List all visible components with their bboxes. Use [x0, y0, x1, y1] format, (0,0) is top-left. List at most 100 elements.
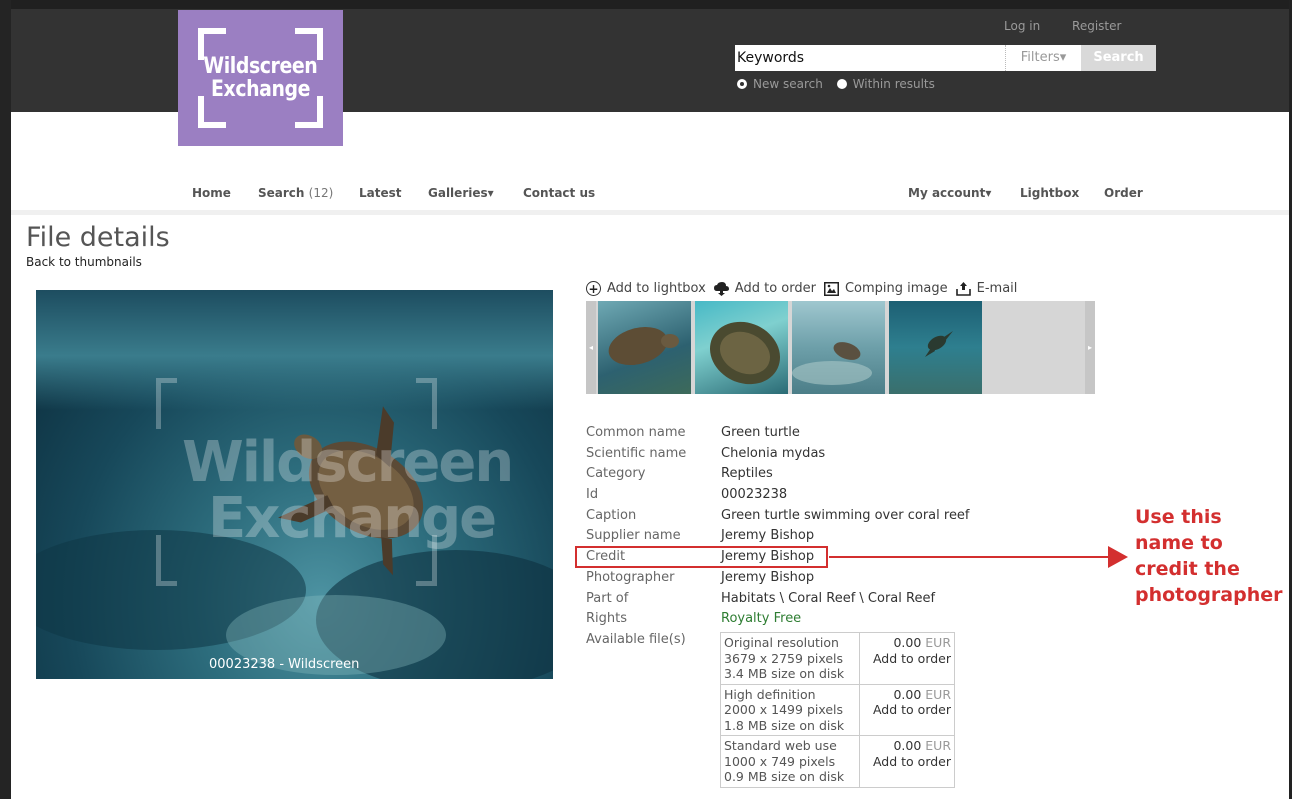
nav-latest[interactable]: Latest [359, 186, 402, 200]
meta-value: Reptiles [721, 466, 773, 482]
file-add-to-order-link[interactable]: Add to order [863, 754, 951, 770]
file-option-dims: 3679 x 2759 pixels [724, 650, 844, 666]
watermark-bracket-icon [416, 378, 437, 429]
meta-label: Rights [586, 611, 628, 627]
strip-next-icon[interactable]: ▸ [1085, 301, 1095, 394]
file-actions: + Add to lightbox Add to order Comping i… [586, 281, 1025, 296]
photo-caption-source: - Wildscreen [279, 657, 360, 672]
meta-label: Id [586, 487, 599, 503]
plus-circle-icon: + [586, 281, 601, 296]
file-option-info: Original resolution 3679 x 2759 pixels 3.4… [720, 632, 860, 685]
annotation-note: Use this name to credit the photographer [1135, 504, 1285, 608]
price-currency: EUR [925, 635, 951, 650]
meta-label: Scientific name [586, 445, 687, 461]
file-option-price: 0.00 EUR [863, 635, 951, 651]
image-icon [823, 281, 839, 296]
thumbnail-strip: ◂ ▸ [586, 301, 1095, 394]
file-option-price: 0.00 EUR [863, 738, 951, 754]
file-option-info: Standard web use 1000 x 749 pixels 0.9 MB … [720, 735, 860, 788]
main-photo[interactable]: Wildscreen Exchange 00023238 - Wildscree… [36, 290, 553, 679]
meta-value: Jeremy Bishop [721, 569, 815, 585]
radio-new-search[interactable]: New search [737, 77, 823, 91]
meta-value: Green turtle swimming over coral reef [721, 507, 970, 523]
file-option-row: Original resolution 3679 x 2759 pixels 3.4… [720, 632, 955, 685]
nav-search-label: Search [258, 186, 305, 200]
file-add-to-order-link[interactable]: Add to order [863, 651, 951, 667]
filters-dropdown[interactable]: Filters▾ [1005, 45, 1081, 71]
file-add-to-order-link[interactable]: Add to order [863, 702, 951, 718]
watermark-line-2: Exchange [208, 486, 497, 551]
thumbnail-1[interactable] [598, 301, 691, 394]
logo-line-2: Exchange [210, 77, 310, 102]
radio-within-label: Within results [852, 77, 935, 91]
file-option-price-cell: 0.00 EUR Add to order [859, 735, 955, 788]
email-label: E-mail [976, 281, 1018, 296]
window-frame-top [0, 0, 1292, 9]
email-button[interactable]: E-mail [955, 281, 1018, 296]
meta-label: Category [586, 466, 646, 482]
thumbnail-3[interactable] [792, 301, 885, 394]
logo-line-1: Wildscreen [203, 54, 318, 79]
main-nav: Home Search (12) Latest Galleries▾ Conta… [11, 183, 1289, 205]
meta-value: Jeremy Bishop [721, 528, 815, 544]
file-option-price: 0.00 EUR [863, 687, 951, 703]
register-link[interactable]: Register [1072, 19, 1121, 33]
photo-caption-id: 00023238 [209, 657, 276, 672]
thumbnail-4[interactable] [889, 301, 982, 394]
nav-my-account[interactable]: My account▾ [908, 186, 991, 200]
file-option-row: High definition 2000 x 1499 pixels 1.8 MB … [720, 683, 955, 736]
arrow-right-icon [1108, 546, 1128, 568]
meta-value-link[interactable]: Habitats \ Coral Reef \ Coral Reef [721, 589, 935, 610]
nav-galleries[interactable]: Galleries▾ [428, 186, 494, 200]
site-logo[interactable]: Wildscreen Exchange [178, 10, 343, 146]
share-icon [955, 281, 971, 296]
login-link[interactable]: Log in [1004, 19, 1040, 33]
strip-prev-icon[interactable]: ◂ [586, 301, 596, 394]
price-value: 0.00 [893, 635, 922, 650]
credit-highlight-box [575, 546, 828, 568]
file-option-name: High definition [724, 686, 816, 702]
meta-label: Supplier name [586, 528, 681, 544]
annotation-line-3: credit the [1135, 558, 1240, 580]
meta-label: Available file(s) [586, 631, 686, 647]
nav-home[interactable]: Home [192, 186, 231, 200]
meta-label: Common name [586, 425, 686, 440]
nav-search-count: (12) [308, 186, 334, 200]
meta-label: Caption [586, 507, 637, 523]
cloud-download-icon [713, 281, 729, 296]
thumbnail-2[interactable] [695, 301, 788, 394]
file-option-price-cell: 0.00 EUR Add to order [859, 632, 955, 685]
available-files-table: Original resolution 3679 x 2759 pixels 3.4… [720, 632, 955, 788]
price-value: 0.00 [893, 738, 922, 753]
nav-divider [11, 210, 1289, 215]
back-to-thumbnails-link[interactable]: Back to thumbnails [26, 255, 142, 269]
window-frame-left [0, 0, 11, 799]
file-option-info: High definition 2000 x 1499 pixels 1.8 MB … [720, 683, 860, 736]
annotation-arrow-line [829, 556, 1112, 558]
radio-within-results[interactable]: Within results [836, 77, 935, 91]
add-to-lightbox-button[interactable]: + Add to lightbox [586, 281, 706, 296]
price-currency: EUR [925, 738, 951, 753]
nav-lightbox[interactable]: Lightbox [1020, 186, 1079, 200]
file-option-dims: 2000 x 1499 pixels [724, 702, 844, 717]
price-value: 0.00 [893, 686, 922, 702]
file-option-size: 3.4 MB size on disk [724, 666, 845, 681]
meta-label: Part of [586, 590, 629, 606]
add-to-lightbox-label: Add to lightbox [607, 281, 706, 296]
annotation-line-4: photographer [1135, 584, 1283, 606]
nav-order[interactable]: Order [1104, 186, 1143, 200]
search-button[interactable]: Search [1081, 45, 1156, 71]
file-option-name: Standard web use [724, 738, 837, 753]
annotation-line-2: name to [1135, 532, 1223, 554]
search-input[interactable] [735, 45, 1005, 71]
radio-empty-icon [836, 79, 847, 89]
comping-image-button[interactable]: Comping image [823, 281, 948, 296]
meta-value: 00023238 [721, 487, 788, 503]
nav-search[interactable]: Search (12) [258, 186, 333, 200]
watermark-bracket-icon [156, 535, 177, 586]
price-currency: EUR [925, 686, 951, 702]
radio-selected-icon [737, 79, 747, 89]
file-option-dims: 1000 x 749 pixels [724, 753, 836, 769]
add-to-order-button[interactable]: Add to order [713, 281, 816, 296]
nav-contact[interactable]: Contact us [523, 186, 595, 200]
